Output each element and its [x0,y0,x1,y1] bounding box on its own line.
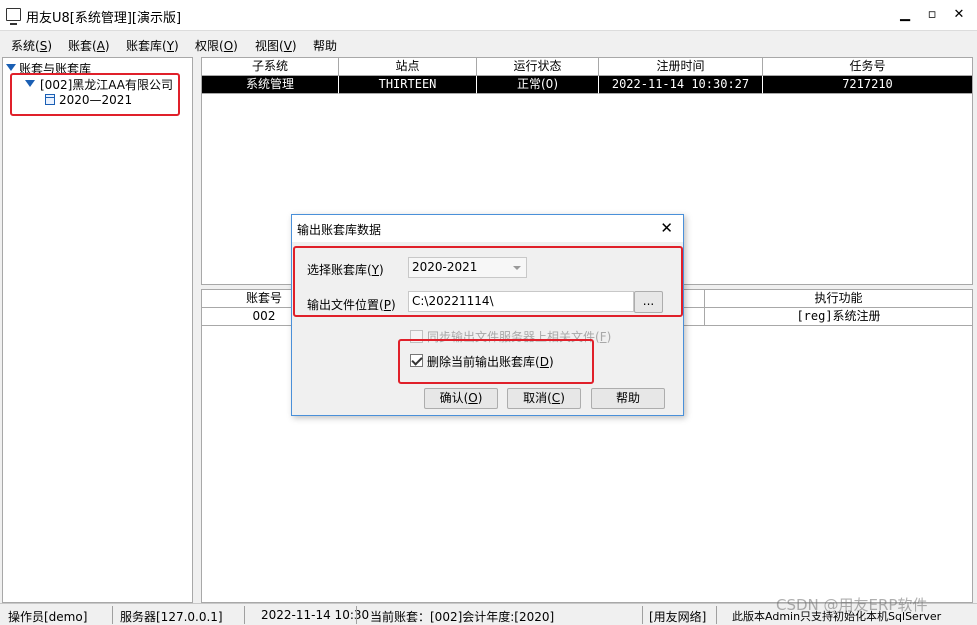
watermark-text: CSDN @用友ERP软件 [776,596,928,614]
dialog-title-bar: 输出账套库数据 ✕ [292,215,683,242]
status-server: 服务器[127.0.0.1] [120,610,223,624]
account-tree-panel: 账套与账套库 [002]黑龙江AA有限公司 2020—2021 [2,57,193,603]
column-header[interactable]: 子系统 [202,58,339,76]
status-divider [642,606,643,624]
status-current-account: 当前账套：[002]会计年度:[2020] [370,610,555,624]
expand-triangle-icon[interactable] [6,64,16,71]
status-divider [112,606,113,624]
status-divider [356,606,357,624]
table-cell[interactable]: 正常(0) [477,76,599,94]
table-cell[interactable]: 2022-11-14 10:30:27 [599,76,763,94]
menu-account[interactable]: 账套(A) [68,37,110,54]
dialog-title: 输出账套库数据 [297,223,382,237]
highlight-box-tree [10,73,180,116]
title-bar: 用友U8[系统管理][演示版] ▁ ▫ ✕ [0,0,977,31]
column-header[interactable]: 任务号 [763,58,972,76]
menu-bar: 系统(S) 账套(A) 账套库(Y) 权限(O) 视图(V) 帮助 [0,33,977,55]
table-cell[interactable]: [reg]系统注册 [705,308,972,326]
column-header[interactable]: 执行功能 [705,290,972,308]
menu-system[interactable]: 系统(S) [11,37,52,54]
minimize-button[interactable]: ▁ [893,5,917,25]
close-button[interactable]: ✕ [947,5,971,25]
window-title: 用友U8[系统管理][演示版] [26,11,182,26]
status-divider [244,606,245,624]
dialog-close-icon[interactable]: ✕ [660,219,673,237]
column-header[interactable]: 站点 [339,58,477,76]
menu-account-library[interactable]: 账套库(Y) [126,37,179,54]
cancel-button[interactable]: 取消(C) [507,388,581,409]
status-time: 2022-11-14 10:30 [261,608,370,622]
table-cell[interactable]: THIRTEEN [339,76,477,94]
ok-button[interactable]: 确认(O) [424,388,498,409]
menu-view[interactable]: 视图(V) [255,37,297,54]
restore-button[interactable]: ▫ [920,5,944,25]
status-divider [716,606,717,624]
status-network: [用友网络] [649,610,707,624]
highlight-box-delete [398,339,594,384]
table-cell[interactable]: 系统管理 [202,76,339,94]
column-header[interactable]: 运行状态 [477,58,599,76]
status-operator: 操作员[demo] [8,610,88,624]
monitor-icon [6,8,21,25]
table-cell[interactable]: 7217210 [763,76,972,94]
column-header[interactable]: 注册时间 [599,58,763,76]
menu-help[interactable]: 帮助 [313,37,337,54]
help-button[interactable]: 帮助 [591,388,665,409]
highlight-box-fields [293,246,683,317]
menu-permission[interactable]: 权限(O) [195,37,238,54]
